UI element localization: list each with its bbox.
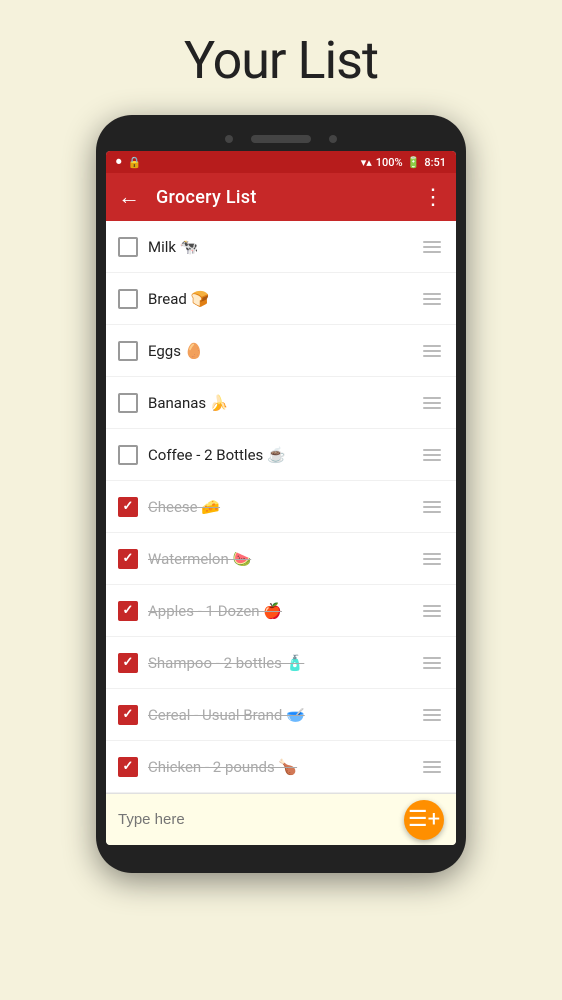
list-item: Shampoo - 2 bottles 🧴 [106,637,456,689]
time-display: 8:51 [424,156,446,169]
status-bar: ⏺ 🔒 ▾▴ 100% 🔋 8:51 [106,151,456,173]
type-here-input[interactable] [118,811,404,828]
phone-screen: ⏺ 🔒 ▾▴ 100% 🔋 8:51 ← Grocery List ⋮ Milk… [106,151,456,845]
checkbox-item-8[interactable] [118,601,138,621]
drag-handle-1[interactable] [420,235,444,259]
checkbox-item-9[interactable] [118,653,138,673]
drag-handle-10[interactable] [420,703,444,727]
list-item: Bread 🍞 [106,273,456,325]
checkbox-item-11[interactable] [118,757,138,777]
drag-handle-4[interactable] [420,391,444,415]
checkbox-item-1[interactable] [118,237,138,257]
item-text-4: Bananas 🍌 [148,394,410,412]
list-item: Milk 🐄 [106,221,456,273]
drag-handle-7[interactable] [420,547,444,571]
drag-handle-8[interactable] [420,599,444,623]
item-text-11: Chicken - 2 pounds 🍗 [148,758,410,776]
item-text-9: Shampoo - 2 bottles 🧴 [148,654,410,672]
checkbox-item-4[interactable] [118,393,138,413]
page-title: Your List [184,30,378,91]
status-right: ▾▴ 100% 🔋 8:51 [361,156,446,169]
lock-icon: 🔒 [128,156,142,169]
list-item: Cheese 🧀 [106,481,456,533]
add-item-button[interactable]: ☰+ [404,800,444,840]
phone-device: ⏺ 🔒 ▾▴ 100% 🔋 8:51 ← Grocery List ⋮ Milk… [96,115,466,873]
drag-handle-5[interactable] [420,443,444,467]
phone-bottom-bar [106,845,456,859]
checkbox-item-7[interactable] [118,549,138,569]
checkbox-item-5[interactable] [118,445,138,465]
phone-top-bar [106,129,456,151]
checkbox-item-6[interactable] [118,497,138,517]
checkbox-item-3[interactable] [118,341,138,361]
item-text-7: Watermelon 🍉 [148,550,410,568]
record-icon: ⏺ [116,155,122,169]
status-left: ⏺ 🔒 [116,155,141,169]
speaker [251,135,311,143]
grocery-list: Milk 🐄 Bread 🍞 Eggs 🥚 Bananas 🍌 Coffee - 2 B… [106,221,456,793]
back-button[interactable]: ← [118,184,140,210]
list-item: Eggs 🥚 [106,325,456,377]
drag-handle-6[interactable] [420,495,444,519]
list-item: Chicken - 2 pounds 🍗 [106,741,456,793]
list-item: Apples - 1 Dozen 🍎 [106,585,456,637]
list-item: Cereal - Usual Brand 🥣 [106,689,456,741]
drag-handle-3[interactable] [420,339,444,363]
app-bar-title: Grocery List [156,187,422,208]
list-item: Watermelon 🍉 [106,533,456,585]
checkbox-item-2[interactable] [118,289,138,309]
add-list-icon: ☰+ [408,807,440,832]
item-text-3: Eggs 🥚 [148,342,410,360]
drag-handle-11[interactable] [420,755,444,779]
battery-percent: 100% [376,156,403,169]
app-bar: ← Grocery List ⋮ [106,173,456,221]
list-item: Coffee - 2 Bottles ☕ [106,429,456,481]
signal-icon: ▾▴ [361,156,372,169]
item-text-8: Apples - 1 Dozen 🍎 [148,602,410,620]
sensor-dot [329,135,337,143]
list-item: Bananas 🍌 [106,377,456,429]
battery-icon: 🔋 [407,156,421,169]
input-bar: ☰+ [106,793,456,845]
checkbox-item-10[interactable] [118,705,138,725]
more-options-button[interactable]: ⋮ [422,185,444,210]
drag-handle-9[interactable] [420,651,444,675]
item-text-2: Bread 🍞 [148,290,410,308]
item-text-5: Coffee - 2 Bottles ☕ [148,446,410,464]
drag-handle-2[interactable] [420,287,444,311]
item-text-10: Cereal - Usual Brand 🥣 [148,706,410,724]
camera-dot [225,135,233,143]
item-text-6: Cheese 🧀 [148,498,410,516]
item-text-1: Milk 🐄 [148,238,410,256]
